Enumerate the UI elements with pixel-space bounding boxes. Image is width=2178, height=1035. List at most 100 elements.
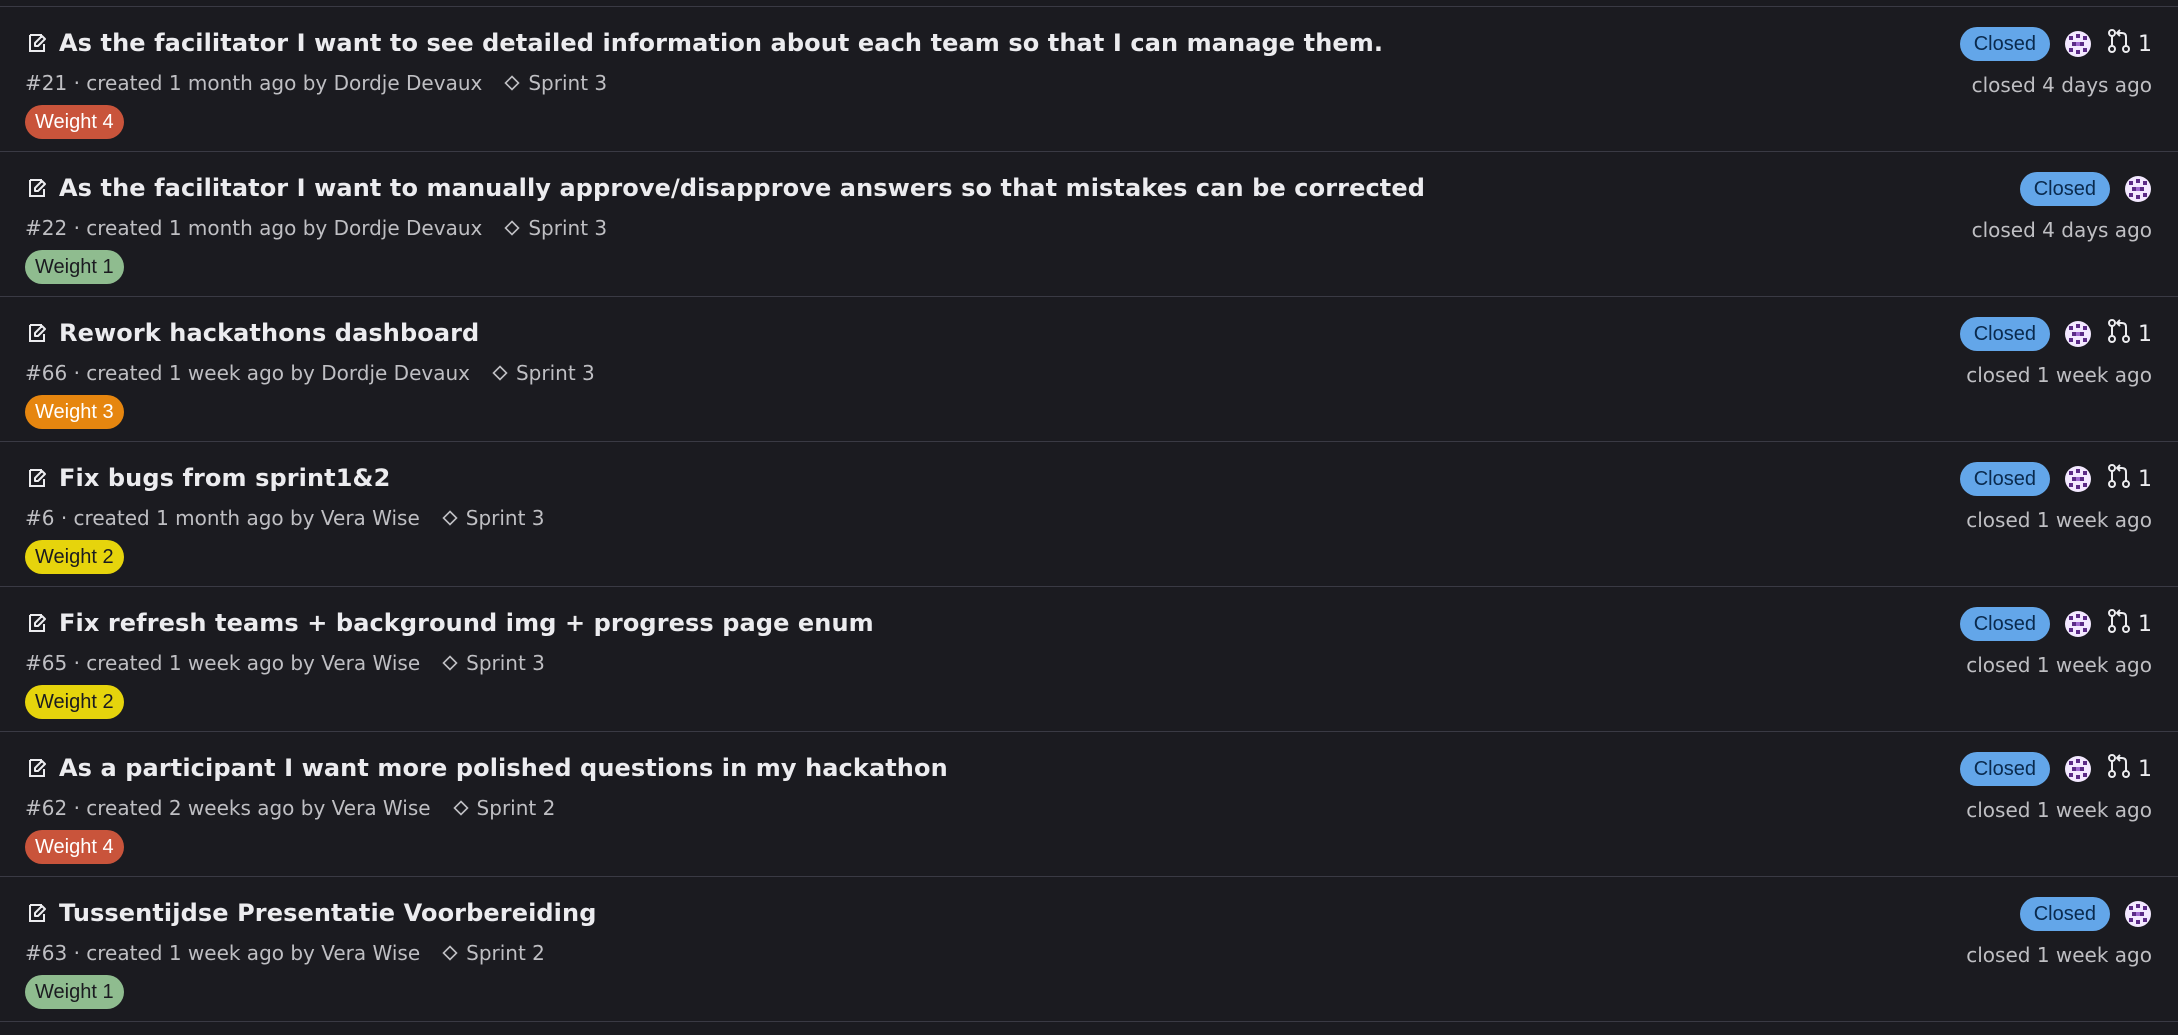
issue-title-line: As the facilitator I want to manually ap…	[25, 174, 1425, 202]
status-badge: Closed	[2019, 172, 2110, 206]
milestone-link[interactable]: Sprint 3	[492, 361, 595, 385]
closed-time: closed 1 week ago	[1966, 508, 2152, 532]
milestone-icon	[492, 365, 508, 381]
issue-title-link[interactable]: Fix bugs from sprint1&2	[59, 464, 390, 492]
merge-request-count[interactable]: 1	[2106, 608, 2152, 640]
issue-row: Fix refresh teams + background img + pro…	[0, 587, 2178, 732]
issue-meta-text: #21 · created 1 month ago by Dordje Deva…	[25, 71, 483, 95]
issue-icon	[25, 175, 51, 201]
assignee-avatar-icon[interactable]	[2064, 465, 2092, 493]
assignee-avatar-icon[interactable]	[2064, 30, 2092, 58]
issue-meta-text: #6 · created 1 month ago by Vera Wise	[25, 506, 420, 530]
issue-status-group: Closed	[2019, 897, 2152, 931]
milestone-icon	[504, 220, 520, 236]
issue-row: As the facilitator I want to manually ap…	[0, 152, 2178, 297]
merge-request-count-value: 1	[2138, 611, 2152, 637]
milestone-link[interactable]: Sprint 2	[442, 941, 545, 965]
issue-title-link[interactable]: As a participant I want more polished qu…	[59, 754, 948, 782]
closed-time: closed 1 week ago	[1966, 798, 2152, 822]
milestone-icon	[452, 800, 469, 816]
milestone-icon	[442, 945, 458, 961]
milestone-link[interactable]: Sprint 3	[504, 71, 607, 95]
milestone-icon	[504, 75, 520, 91]
issue-icon	[25, 30, 51, 56]
merge-request-icon	[2106, 608, 2132, 640]
issue-meta: #63 · created 1 week ago by Vera Wise Sp…	[25, 941, 545, 965]
issue-row: Tussentijdse Presentatie Voorbereiding #…	[0, 877, 2178, 1022]
issue-meta: #22 · created 1 month ago by Dordje Deva…	[25, 216, 607, 240]
issue-meta-text: #65 · created 1 week ago by Vera Wise	[25, 651, 421, 675]
issue-title-link[interactable]: As the facilitator I want to see detaile…	[59, 29, 1383, 57]
merge-request-count[interactable]: 1	[2106, 753, 2152, 785]
issue-meta-text: #63 · created 1 week ago by Vera Wise	[25, 941, 421, 965]
milestone-icon	[442, 510, 458, 526]
issue-title-line: Tussentijdse Presentatie Voorbereiding	[25, 899, 596, 927]
issue-meta-text: #22 · created 1 month ago by Dordje Deva…	[25, 216, 483, 240]
assignee-avatar-icon[interactable]	[2064, 755, 2092, 783]
issue-title-line: Fix bugs from sprint1&2	[25, 464, 390, 492]
issue-icon	[25, 465, 51, 491]
assignee-avatar-icon[interactable]	[2124, 175, 2152, 203]
closed-time: closed 1 week ago	[1966, 653, 2152, 677]
issue-status-group: Closed	[1959, 752, 2152, 786]
weight-badge: Weight 4	[25, 105, 124, 139]
milestone-label: Sprint 3	[465, 506, 545, 530]
weight-badge: Weight 3	[25, 395, 124, 429]
issue-title-line: Rework hackathons dashboard	[25, 319, 479, 347]
issue-meta: #62 · created 2 weeks ago by Vera Wise S…	[25, 796, 555, 820]
merge-request-icon	[2106, 753, 2132, 785]
issue-title-line: As a participant I want more polished qu…	[25, 754, 948, 782]
issue-title-line: Fix refresh teams + background img + pro…	[25, 609, 874, 637]
issue-meta: #21 · created 1 month ago by Dordje Deva…	[25, 71, 607, 95]
issue-meta: #6 · created 1 month ago by Vera Wise Sp…	[25, 506, 545, 530]
merge-request-icon	[2106, 318, 2132, 350]
issue-title-link[interactable]: Tussentijdse Presentatie Voorbereiding	[59, 899, 596, 927]
weight-badge: Weight 1	[25, 975, 124, 1009]
closed-time: closed 4 days ago	[1971, 218, 2152, 242]
issue-meta: #66 · created 1 week ago by Dordje Devau…	[25, 361, 595, 385]
milestone-link[interactable]: Sprint 2	[452, 796, 556, 820]
status-badge: Closed	[1959, 462, 2050, 496]
weight-badge: Weight 4	[25, 830, 124, 864]
closed-time: closed 4 days ago	[1971, 73, 2152, 97]
issue-title-line: As the facilitator I want to see detaile…	[25, 29, 1383, 57]
issue-title-link[interactable]: Rework hackathons dashboard	[59, 319, 479, 347]
issue-row: As the facilitator I want to see detaile…	[0, 7, 2178, 152]
issue-status-group: Closed	[1959, 317, 2152, 351]
merge-request-count-value: 1	[2138, 321, 2152, 347]
assignee-avatar-icon[interactable]	[2064, 610, 2092, 638]
issue-title-link[interactable]: Fix refresh teams + background img + pro…	[59, 609, 874, 637]
issue-status-group: Closed	[1959, 27, 2152, 61]
assignee-avatar-icon[interactable]	[2124, 900, 2152, 928]
issue-icon	[25, 755, 51, 781]
issue-title-link[interactable]: As the facilitator I want to manually ap…	[59, 174, 1425, 202]
issue-status-group: Closed	[1959, 462, 2152, 496]
merge-request-count[interactable]: 1	[2106, 28, 2152, 60]
milestone-link[interactable]: Sprint 3	[442, 506, 545, 530]
milestone-label: Sprint 3	[515, 361, 595, 385]
issue-status-group: Closed	[1959, 607, 2152, 641]
status-badge: Closed	[2019, 897, 2110, 931]
closed-time: closed 1 week ago	[1966, 363, 2152, 387]
milestone-link[interactable]: Sprint 3	[442, 651, 545, 675]
milestone-label: Sprint 2	[466, 941, 545, 965]
weight-badge: Weight 2	[25, 685, 124, 719]
issue-icon	[25, 900, 51, 926]
status-badge: Closed	[1959, 752, 2050, 786]
issue-meta-text: #66 · created 1 week ago by Dordje Devau…	[25, 361, 470, 385]
milestone-link[interactable]: Sprint 3	[504, 216, 607, 240]
merge-request-count-value: 1	[2138, 31, 2152, 57]
milestone-label: Sprint 3	[466, 651, 545, 675]
issue-meta: #65 · created 1 week ago by Vera Wise Sp…	[25, 651, 545, 675]
milestone-icon	[442, 655, 458, 671]
merge-request-icon	[2106, 463, 2132, 495]
merge-request-count-value: 1	[2138, 756, 2152, 782]
merge-request-count[interactable]: 1	[2106, 463, 2152, 495]
merge-request-count[interactable]: 1	[2106, 318, 2152, 350]
assignee-avatar-icon[interactable]	[2064, 320, 2092, 348]
issue-row: Rework hackathons dashboard #66 · create…	[0, 297, 2178, 442]
weight-badge: Weight 2	[25, 540, 124, 574]
merge-request-icon	[2106, 28, 2132, 60]
milestone-label: Sprint 2	[476, 796, 556, 820]
milestone-label: Sprint 3	[528, 71, 608, 95]
